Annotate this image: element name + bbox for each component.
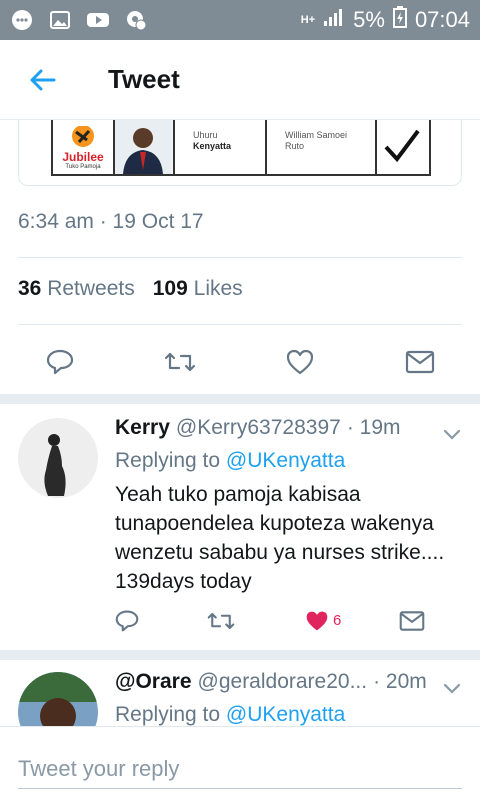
retweet-icon [164,352,196,372]
reply-tweet[interactable]: Kerry @Kerry63728397 · 19m Replying to @… [0,404,480,650]
reply-tweet[interactable]: @Orare @geraldorare20... · 20m Replying … [0,660,480,726]
reply-time: · 20m [373,670,427,693]
status-bar: H+ 5% 07:04 [0,0,480,40]
reply-icon [46,349,74,375]
messenger-icon [10,8,34,32]
retweets-stat[interactable]: 36 Retweets [18,277,135,301]
divider [18,257,462,258]
tweet-timestamp: 6:34 am · 19 Oct 17 [18,210,204,233]
reply-author-handle[interactable]: @Kerry63728397 [176,416,341,440]
replying-to: Replying to @UKenyatta [115,449,346,472]
avatar[interactable] [18,418,98,498]
battery-level: 5% [353,7,385,32]
reply-icon [115,610,139,632]
avatar[interactable] [18,672,98,726]
signal-icon [323,7,345,33]
tweet-media[interactable]: Jubilee Tuko Pamoja Uhuru Kenyatta Willi… [18,120,462,186]
tweet-stats: 36 Retweets 109 Likes [18,277,243,301]
section-separator [0,650,480,660]
checkmark-icon [377,120,427,174]
back-button[interactable] [0,40,84,120]
mention-link[interactable]: @UKenyatta [226,449,345,472]
candidate-photo [115,120,175,174]
retweet-icon [207,612,235,630]
battery-icon [392,6,407,34]
candidate-name: Uhuru Kenyatta [175,120,267,174]
party-logo: Jubilee Tuko Pamoja [53,120,115,174]
ballot-image: Jubilee Tuko Pamoja Uhuru Kenyatta Willi… [51,120,431,176]
youtube-icon [86,8,110,32]
page-title: Tweet [108,64,180,94]
replying-to: Replying to @UKenyatta [115,703,346,726]
like-button[interactable] [300,604,334,638]
section-separator [0,394,480,404]
mention-link[interactable]: @UKenyatta [226,703,345,726]
mail-icon [405,350,435,374]
reply-author-handle[interactable]: @geraldorare20... [198,670,368,694]
rooster-logo-icon [72,126,94,147]
reply-author-name[interactable]: @Orare [115,670,192,694]
likes-stat[interactable]: 109 Likes [153,277,243,301]
running-mate-name: William Samoei Ruto [267,120,377,174]
clock: 07:04 [414,7,470,32]
mail-icon [399,611,425,631]
settings-badge-icon [124,8,148,32]
reply-composer [0,726,480,800]
tweet-actions [0,330,480,394]
chevron-down-icon[interactable] [442,678,462,698]
divider [18,324,462,325]
heart-icon [286,349,314,375]
like-count: 6 [333,612,342,629]
reply-text: Yeah tuko pamoja kabisaa tunapoendelea k… [115,483,445,593]
share-button[interactable] [395,604,429,638]
reply-button[interactable] [40,342,80,382]
gallery-icon [48,8,72,32]
share-button[interactable] [400,342,440,382]
retweet-button[interactable] [160,342,200,382]
reply-input[interactable] [18,749,462,789]
reply-button[interactable] [110,604,144,638]
like-button[interactable] [280,342,320,382]
reply-author-name[interactable]: Kerry [115,416,170,440]
arrow-left-icon [30,69,56,90]
retweet-button[interactable] [204,604,238,638]
network-type: H+ [300,14,316,26]
app-bar: Tweet [0,40,480,120]
reply-time: · 19m [346,416,401,439]
chevron-down-icon[interactable] [442,424,462,444]
heart-filled-icon [306,611,328,631]
